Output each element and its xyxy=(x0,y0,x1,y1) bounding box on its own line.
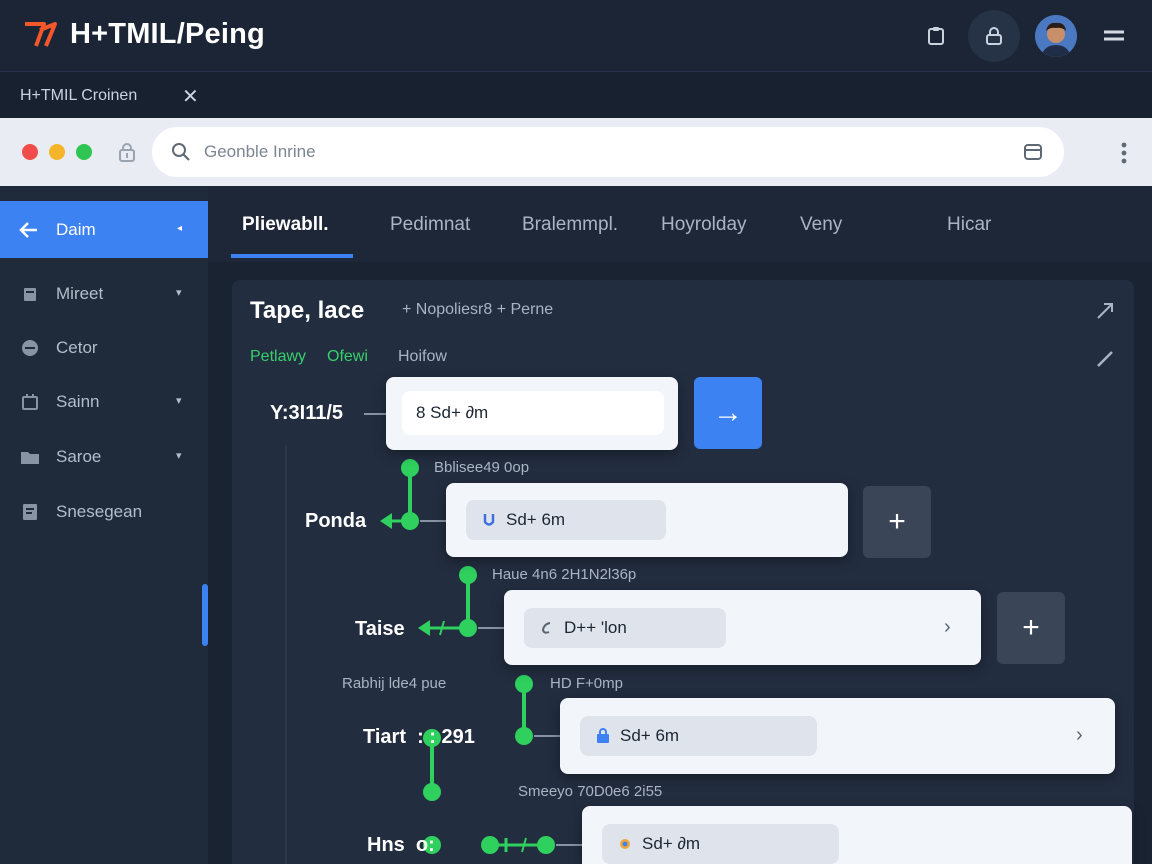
bookmark-icon[interactable] xyxy=(1022,141,1044,163)
nav-tabs: Pliewabll. Pedimnat Bralemmpl. Hoyrolday… xyxy=(208,186,1152,262)
node-caption: Bblisee49 0op xyxy=(434,459,530,476)
node-pill-text: D++ 'lon xyxy=(564,618,627,637)
collapse-icon[interactable] xyxy=(1094,300,1116,322)
plus-icon: + xyxy=(888,505,906,538)
chevron-icon: ◂ xyxy=(177,223,183,234)
node-label: Ponda xyxy=(305,510,367,532)
sidebar-item-label: Daim xyxy=(56,220,96,239)
close-icon[interactable]: ✕ xyxy=(182,84,199,109)
sidebar-item-saroe[interactable]: Saroe ▾ xyxy=(0,437,208,477)
sidebar-item-snesegean[interactable]: Snesegean xyxy=(0,492,208,532)
tab-pliewabll[interactable]: Pliewabll. xyxy=(242,214,329,236)
user-avatar[interactable] xyxy=(1035,15,1077,57)
workflow-panel: Tape, lace + Nopoliesr8 + Perne Petlawy … xyxy=(232,280,1134,864)
tab-bralemmpl[interactable]: Bralemmpl. xyxy=(522,214,618,236)
tab-hoyrolday[interactable]: Hoyrolday xyxy=(661,214,747,236)
lock-icon xyxy=(597,728,609,743)
sidebar-item-label: Mireet xyxy=(56,284,104,303)
node-caption: HD F+0mp xyxy=(550,675,623,692)
sidebar-item-mireet[interactable]: Mireet ▾ xyxy=(0,274,208,314)
tab-veny[interactable]: Veny xyxy=(800,214,842,236)
node-card[interactable]: Sd+ 6m › xyxy=(560,698,1115,774)
node-label: Tiart : : 291 xyxy=(363,726,475,748)
plus-icon: + xyxy=(1022,611,1040,644)
calendar-icon xyxy=(22,394,38,410)
active-tab-indicator xyxy=(231,254,353,258)
filter-ofewi[interactable]: Ofewi xyxy=(327,348,368,366)
link-icon xyxy=(541,622,551,634)
node-pill-text: Sd+ ∂m xyxy=(642,834,701,853)
tab-pedimnat[interactable]: Pedimnat xyxy=(390,214,470,236)
sidebar: Daim ◂ Mireet ▾ Cetor Sainn ▾ Saroe ▾ Sn… xyxy=(0,186,208,864)
sidebar-item-label: Snesegean xyxy=(56,502,143,521)
home-icon[interactable] xyxy=(116,142,138,164)
node-caption: Haue 4n6 2H1N2l36p xyxy=(492,566,637,583)
address-bar[interactable]: Geonble Inrine xyxy=(152,127,1064,177)
add-node-link[interactable]: + Nopoliesr8 + Perne xyxy=(402,301,553,319)
chevron-right-icon[interactable]: › xyxy=(944,616,951,639)
node-label: Taise xyxy=(355,618,405,640)
node-input-value: 8 Sd+ ∂m xyxy=(416,403,489,422)
clipboard-icon[interactable] xyxy=(924,24,948,48)
title-bar: H+TMIL/Peing xyxy=(0,0,1152,72)
lock-icon xyxy=(986,27,1002,45)
add-step-button[interactable]: + xyxy=(997,592,1065,664)
node-pill[interactable]: D++ 'lon xyxy=(524,608,726,648)
window-minimize-dot[interactable] xyxy=(49,144,65,160)
node-caption: Rabhij lde4 pue xyxy=(342,675,447,692)
settings-icon xyxy=(22,340,38,356)
window-tab-label[interactable]: H+TMIL Croinen xyxy=(20,87,137,105)
node-pill-text: Sd+ 6m xyxy=(506,510,566,529)
arrow-right-icon: → xyxy=(713,396,743,429)
arrow-left-icon xyxy=(19,222,37,238)
node-card[interactable]: 8 Sd+ ∂m xyxy=(386,377,678,450)
node-caption: Smeeyo 70D0e6 2i55 xyxy=(518,783,663,800)
sidebar-item-label: Sainn xyxy=(56,392,100,411)
chevron-down-icon: ▾ xyxy=(176,287,182,299)
document-icon xyxy=(23,504,37,520)
node-card[interactable]: Sd+ ∂m xyxy=(582,806,1132,864)
window-tab-strip: H+TMIL Croinen ✕ xyxy=(0,72,1152,118)
node-label: Y:3I11/5 xyxy=(270,402,344,424)
node-card[interactable]: Sd+ 6m xyxy=(446,483,848,557)
avatar-image xyxy=(1035,15,1077,57)
node-input[interactable]: 8 Sd+ ∂m xyxy=(402,391,664,435)
filter-hoifow[interactable]: Hoifow xyxy=(398,348,447,366)
chevron-down-icon: ▾ xyxy=(176,395,182,407)
chevron-down-icon: ▾ xyxy=(176,450,182,462)
folder-icon xyxy=(21,452,39,464)
sidebar-item-label: Saroe xyxy=(56,447,102,466)
filter-petlawy[interactable]: Petlawy xyxy=(250,348,306,366)
search-icon xyxy=(172,143,190,161)
tag-icon xyxy=(620,839,630,849)
menu-icon[interactable] xyxy=(1102,24,1126,48)
node-pill[interactable]: Sd+ 6m xyxy=(466,500,666,540)
sidebar-item-daim[interactable]: Daim ◂ xyxy=(0,201,208,258)
panel-title: Tape, lace xyxy=(250,297,365,324)
node-pill-text: Sd+ 6m xyxy=(620,726,680,745)
add-step-button[interactable]: + xyxy=(863,486,931,558)
window-maximize-dot[interactable] xyxy=(76,144,92,160)
next-button[interactable]: → xyxy=(694,377,762,449)
folder-icon xyxy=(24,288,36,301)
node-pill[interactable]: Sd+ 6m xyxy=(580,716,817,756)
browser-toolbar: Geonble Inrine xyxy=(0,118,1152,186)
node-pill[interactable]: Sd+ ∂m xyxy=(602,824,839,864)
app-logo-icon xyxy=(25,22,57,47)
sidebar-scrollbar[interactable] xyxy=(202,584,208,646)
node-label: Hns o: xyxy=(367,834,435,856)
more-options-icon[interactable] xyxy=(1116,140,1132,166)
edit-icon[interactable] xyxy=(1094,348,1116,370)
shield-icon xyxy=(483,514,495,526)
sidebar-item-sainn[interactable]: Sainn ▾ xyxy=(0,382,208,422)
node-card[interactable]: D++ 'lon › xyxy=(504,590,981,665)
tab-hicar[interactable]: Hicar xyxy=(947,214,991,236)
app-title: H+TMIL/Peing xyxy=(70,18,265,50)
lock-button[interactable] xyxy=(968,10,1020,62)
sidebar-item-label: Cetor xyxy=(56,338,98,357)
address-placeholder: Geonble Inrine xyxy=(204,142,316,161)
sidebar-item-cetor[interactable]: Cetor xyxy=(0,328,208,368)
chevron-right-icon[interactable]: › xyxy=(1076,724,1083,747)
window-close-dot[interactable] xyxy=(22,144,38,160)
